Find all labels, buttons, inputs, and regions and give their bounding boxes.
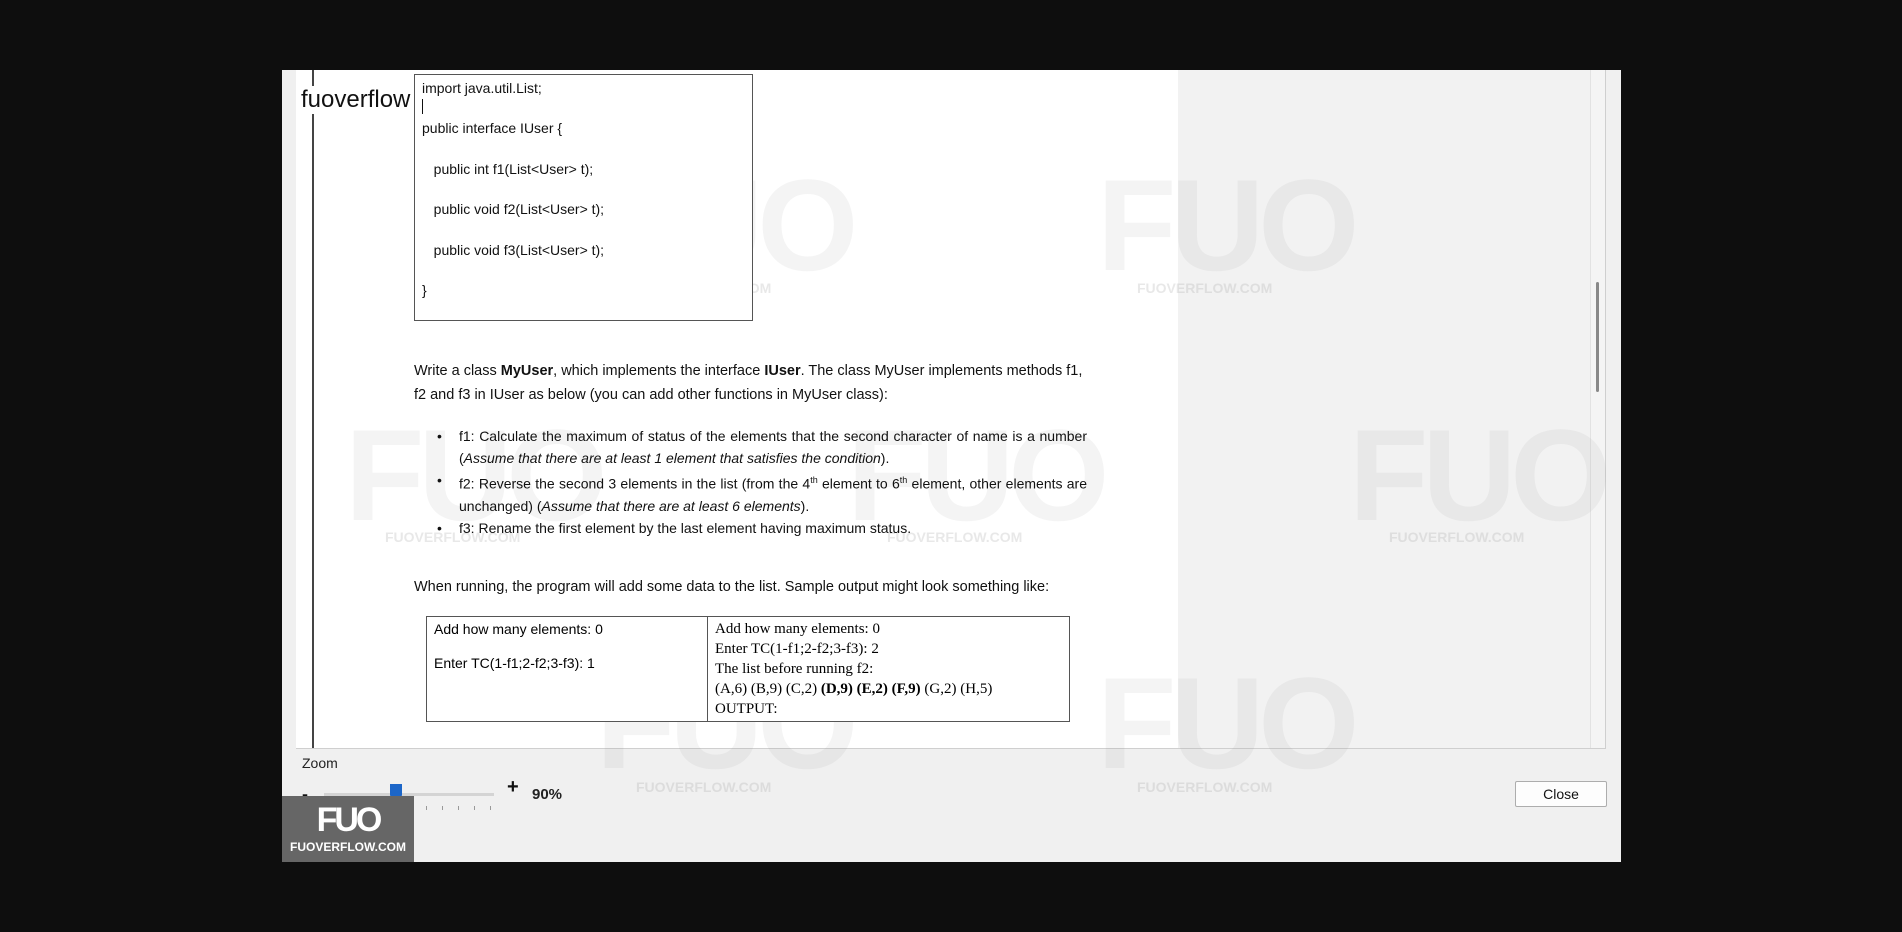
interface-code-block: import java.util.List; public interface … xyxy=(414,74,753,321)
zoom-label: Zoom xyxy=(302,755,338,771)
code-line: public void f2(List<User> t); xyxy=(422,201,605,217)
requirement-assumption: Assume that there are at least 6 element… xyxy=(541,497,801,514)
close-button[interactable]: Close xyxy=(1515,781,1607,807)
sample-line: Enter TC(1-f1;2-f2;3-f3): 1 xyxy=(434,655,595,671)
zoom-slider-ticks xyxy=(410,806,500,810)
left-margin-rule xyxy=(312,70,314,748)
watermark-text: FUOVERFLOW.COM xyxy=(1137,779,1273,795)
code-line: } xyxy=(422,282,427,298)
watermark-text: FUOVERFLOW.COM xyxy=(1389,529,1525,545)
sample-line: (A,6) (B,9) (C,2) (D,9) (E,2) (F,9) (G,2… xyxy=(715,679,1062,699)
zoom-tick xyxy=(458,806,459,810)
intro-text: , which implements the interface xyxy=(553,363,765,379)
zoom-in-button[interactable]: + xyxy=(507,776,519,799)
method-requirements-list: f1: Calculate the maximum of status of t… xyxy=(437,425,1087,539)
intro-text: . The class MyUser implements methods f1… xyxy=(800,363,1083,379)
watermark-text: FUOVERFLOW.COM xyxy=(636,779,772,795)
code-line: public void f3(List<User> t); xyxy=(422,242,605,258)
zoom-tick xyxy=(474,806,475,810)
requirement-text: ). xyxy=(800,497,810,514)
sample-line: Add how many elements: 0 xyxy=(434,621,603,637)
sample-list-part: (G,2) (H,5) xyxy=(920,681,993,697)
code-line: import java.util.List; xyxy=(422,80,542,96)
code-line: public int f1(List<User> t); xyxy=(422,161,594,177)
superscript: th xyxy=(810,475,818,485)
watermark-logo: FUO xyxy=(1349,402,1611,548)
requirement-f1: f1: Calculate the maximum of status of t… xyxy=(437,425,1087,469)
watermark-logo: FUO xyxy=(1097,650,1359,796)
vertical-scrollbar-thumb[interactable] xyxy=(1596,282,1599,392)
task-intro: Write a class MyUser, which implements t… xyxy=(414,359,1094,407)
table-row: Add how many elements: 0 Enter TC(1-f1;2… xyxy=(426,616,1070,722)
text-caret xyxy=(422,99,423,114)
sample-output-table: Add how many elements: 0 Enter TC(1-f1;2… xyxy=(426,616,1070,722)
zoom-value: 90% xyxy=(532,786,563,803)
requirement-f3: f3: Rename the first element by the last… xyxy=(437,517,1087,539)
intro-text: Write a class xyxy=(414,363,501,379)
requirement-text: ). xyxy=(880,450,890,466)
sample-list-part: (A,6) (B,9) (C,2) xyxy=(715,681,821,697)
sample-line: Add how many elements: 0 xyxy=(715,621,880,637)
sample-output-cell: Add how many elements: 0 Enter TC(1-f1;2… xyxy=(707,616,1070,722)
requirement-f2: f2: Reverse the second 3 elements in the… xyxy=(437,469,1087,517)
class-name: MyUser xyxy=(500,363,554,379)
intro-text: f2 and f3 in IUser as below (you can add… xyxy=(414,387,888,403)
watermark-logo: FUO xyxy=(1097,152,1359,298)
requirement-text: element to 6 xyxy=(817,475,900,492)
zoom-tick xyxy=(426,806,427,810)
sample-line: Enter TC(1-f1;2-f2;3-f3): 2 xyxy=(715,641,879,657)
requirement-assumption: Assume that there are at least 1 element… xyxy=(463,450,881,466)
sample-line: OUTPUT: xyxy=(715,701,778,717)
zoom-tick xyxy=(490,806,491,810)
code-line: public interface IUser { xyxy=(422,120,563,136)
requirement-text: f3: Rename the first element by the last… xyxy=(459,519,912,536)
fuoverflow-logo: FUO FUOVERFLOW.COM xyxy=(282,796,414,862)
sample-input-cell: Add how many elements: 0 Enter TC(1-f1;2… xyxy=(426,616,708,722)
sample-list-highlight: (D,9) (E,2) (F,9) xyxy=(820,681,921,697)
zoom-tick xyxy=(442,806,443,810)
requirement-text: f2: Reverse the second 3 elements in the… xyxy=(459,475,811,492)
logo-text: FUOVERFLOW.COM xyxy=(290,840,406,854)
logo-mark: FUO xyxy=(316,801,383,839)
running-description: When running, the program will add some … xyxy=(414,579,1050,595)
brand-label: fuoverflow xyxy=(299,86,413,114)
sample-line: The list before running f2: xyxy=(715,661,874,677)
watermark-text: FUOVERFLOW.COM xyxy=(1137,280,1273,296)
interface-name: IUser xyxy=(764,363,801,379)
